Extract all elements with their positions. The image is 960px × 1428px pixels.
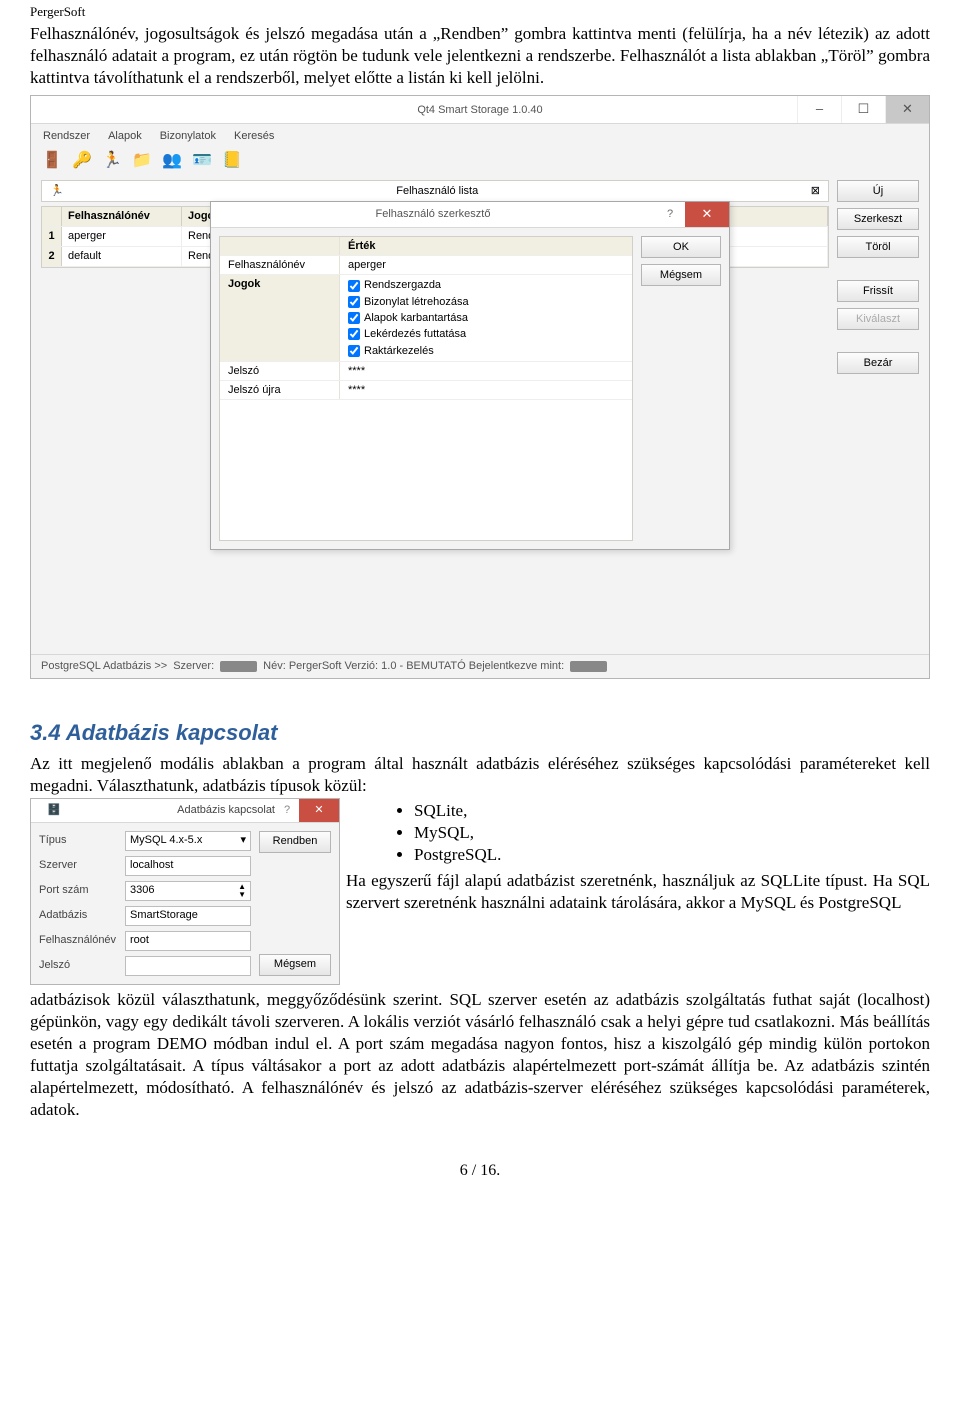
cancel-button[interactable]: Mégsem — [641, 264, 721, 286]
page-number: 6 / 16. — [30, 1161, 930, 1182]
chk-rendszergazda[interactable] — [348, 280, 360, 292]
window-title: Qt4 Smart Storage 1.0.40 — [31, 103, 929, 117]
label-type: Típus — [39, 833, 119, 847]
chk-lekerdezes[interactable] — [348, 328, 360, 340]
server-input[interactable]: localhost — [125, 856, 251, 876]
chk-alapok[interactable] — [348, 312, 360, 324]
megsem-button[interactable]: Mégsem — [259, 954, 331, 976]
key-icon[interactable]: 🔑 — [71, 150, 93, 172]
username-value[interactable]: aperger — [340, 256, 632, 274]
chk-raktar[interactable] — [348, 345, 360, 357]
menu-rendszer[interactable]: Rendszer — [43, 129, 90, 143]
note-icon[interactable]: 📒 — [221, 150, 243, 172]
type-select[interactable]: MySQL 4.x-5.x▾ — [125, 831, 251, 851]
db-close-button[interactable]: ✕ — [299, 799, 339, 822]
spinner-icon[interactable]: ▲▼ — [238, 883, 246, 899]
label-database: Adatbázis — [39, 908, 119, 922]
menu-alapok[interactable]: Alapok — [108, 129, 142, 143]
chevron-down-icon: ▾ — [240, 833, 246, 847]
label-port: Port szám — [39, 883, 119, 897]
user-run-icon: 🏃 — [50, 184, 64, 198]
rendben-button[interactable]: Rendben — [259, 831, 331, 853]
row-rights-label: Jogok — [220, 275, 340, 360]
maximize-button[interactable]: ☐ — [841, 96, 885, 123]
dbuser-input[interactable]: root — [125, 931, 251, 951]
status-user-blur: xx — [570, 661, 607, 673]
row-password-label: Jelszó — [220, 362, 340, 380]
password-value[interactable]: **** — [340, 362, 632, 380]
user-run-icon[interactable]: 🏃 — [101, 150, 123, 172]
dbpassword-input[interactable] — [125, 956, 251, 976]
label-server: Szerver — [39, 858, 119, 872]
select-button: Kiválaszt — [837, 308, 919, 330]
door-icon[interactable]: 🚪 — [41, 150, 63, 172]
help-icon[interactable]: ? — [275, 803, 299, 817]
rights-checkboxes: Rendszergazda Bizonylat létrehozása Alap… — [340, 275, 632, 360]
subtab-label: Felhasználó lista — [72, 184, 803, 198]
ok-button[interactable]: OK — [641, 236, 721, 258]
body-paragraph-1: Az itt megjelenő modális ablakban a prog… — [30, 753, 930, 797]
label-user: Felhasználónév — [39, 933, 119, 947]
subtab-user-list: 🏃 Felhasználó lista ⊠ — [41, 180, 829, 202]
refresh-button[interactable]: Frissít — [837, 280, 919, 302]
label-password: Jelszó — [39, 958, 119, 972]
password2-value[interactable]: **** — [340, 381, 632, 399]
db-dialog-title: Adatbázis kapcsolat — [177, 803, 275, 817]
db-connection-dialog: 🗄️ Adatbázis kapcsolat ? ✕ Típus MySQL 4.… — [30, 798, 340, 985]
col-user[interactable]: Felhasználónév — [62, 207, 182, 226]
col-value: Érték — [340, 237, 632, 255]
delete-button[interactable]: Töröl — [837, 236, 919, 258]
menu-bizonylatok[interactable]: Bizonylatok — [160, 129, 216, 143]
db-icon: 🗄️ — [39, 803, 173, 817]
menu-kereses[interactable]: Keresés — [234, 129, 274, 143]
edit-button[interactable]: Szerkeszt — [837, 208, 919, 230]
qt-titlebar: Qt4 Smart Storage 1.0.40 – ☐ ✕ — [31, 96, 929, 124]
status-bar: PostgreSQL Adatbázis >> Szerver: xx Név:… — [31, 654, 929, 677]
row-password2-label: Jelszó újra — [220, 381, 340, 399]
close-panel-button[interactable]: Bezár — [837, 352, 919, 374]
minimize-button[interactable]: – — [797, 96, 841, 123]
bullet-list: SQLite, MySQL, PostgreSQL. — [396, 800, 930, 866]
chk-bizonylat[interactable] — [348, 296, 360, 308]
tab-close-icon[interactable]: ⊠ — [811, 184, 820, 198]
dialog-close-button[interactable]: ✕ — [685, 202, 729, 227]
menubar: Rendszer Alapok Bizonylatok Keresés — [31, 124, 929, 148]
body-paragraph-2a: Ha egyszerű fájl alapú adatbázist szeret… — [346, 870, 930, 914]
status-server-blur: xx — [220, 661, 257, 673]
col-num — [42, 207, 62, 226]
body-paragraph-2b: adatbázisok közül választhatunk, meggyőz… — [30, 989, 930, 1122]
section-heading: 3.4 Adatbázis kapcsolat — [30, 719, 930, 748]
database-input[interactable]: SmartStorage — [125, 906, 251, 926]
row-username-label: Felhasználónév — [220, 256, 340, 274]
close-window-button[interactable]: ✕ — [885, 96, 929, 123]
page-header: PergerSoft — [30, 0, 930, 23]
user-editor-dialog: Felhasználó szerkesztő ? ✕ Érték Felhasz… — [210, 201, 730, 551]
card-icon[interactable]: 🪪 — [191, 150, 213, 172]
dialog-title: Felhasználó szerkesztő — [211, 207, 655, 221]
new-button[interactable]: Új — [837, 180, 919, 202]
help-icon[interactable]: ? — [655, 202, 685, 227]
folder-icon[interactable]: 📁 — [131, 150, 153, 172]
port-input[interactable]: 3306▲▼ — [125, 881, 251, 901]
users-icon[interactable]: 👥 — [161, 150, 183, 172]
intro-paragraph: Felhasználónév, jogosultságok és jelszó … — [30, 23, 930, 89]
